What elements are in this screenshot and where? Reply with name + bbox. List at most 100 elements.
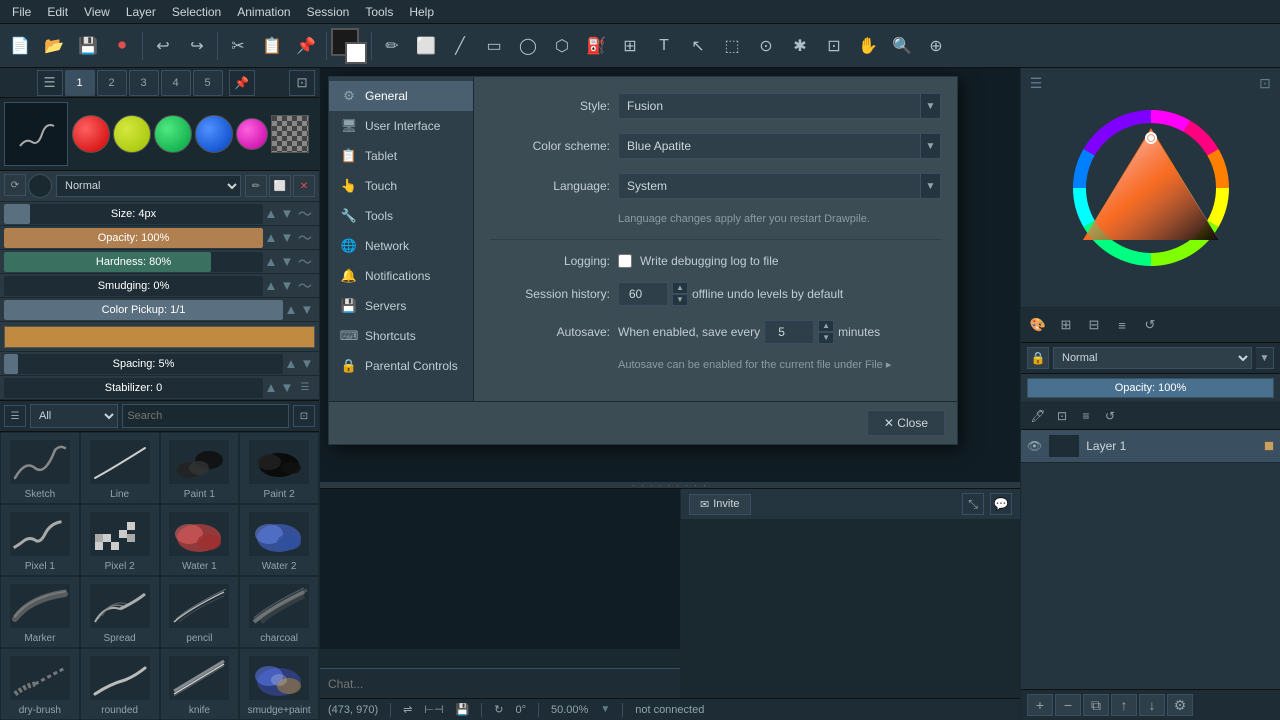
pickup-spin-down[interactable]: ▼ <box>299 300 315 320</box>
delete-layer-button[interactable]: − <box>1055 694 1081 716</box>
rect-tool-button[interactable]: ▭ <box>478 30 510 62</box>
layer-mode-select[interactable]: Normal <box>1053 347 1252 369</box>
inspector-button[interactable]: ⊕ <box>920 30 952 62</box>
menu-layer[interactable]: Layer <box>118 3 164 21</box>
tab-pin-button[interactable]: 📌 <box>229 70 255 96</box>
color-pickup-slider[interactable]: Color Pickup: 1/1 <box>4 300 283 320</box>
session-history-up[interactable]: ▲ <box>672 282 688 294</box>
language-select[interactable]: System <box>618 173 921 199</box>
swatch-yellow-green[interactable] <box>113 115 151 153</box>
brush-paint2[interactable]: Paint 2 <box>239 432 319 504</box>
autosave-up[interactable]: ▲ <box>818 320 834 332</box>
nav-user-interface[interactable]: 🖥 User Interface <box>329 111 473 141</box>
size-spin-up[interactable]: ▲ <box>263 204 279 224</box>
panel-menu-button[interactable]: ☰ <box>37 70 63 96</box>
autosave-input[interactable] <box>764 320 814 344</box>
cut-button[interactable]: ✂ <box>222 30 254 62</box>
layer-edit-btn-1[interactable]: 🖊 <box>1027 405 1049 427</box>
nav-network[interactable]: 🌐 Network <box>329 231 473 261</box>
fill-tool-button[interactable]: ⛽ <box>580 30 612 62</box>
menu-session[interactable]: Session <box>299 3 358 21</box>
history-btn[interactable]: ↺ <box>1137 312 1163 338</box>
brush-sketch[interactable]: Sketch <box>0 432 80 504</box>
brush-tool-button[interactable]: ✏ <box>376 30 408 62</box>
stabilizer-spin-down[interactable]: ▼ <box>279 378 295 398</box>
brush-pixel2[interactable]: Pixel 2 <box>80 504 160 576</box>
nav-touch[interactable]: 👆 Touch <box>329 171 473 201</box>
layer-down-button[interactable]: ↓ <box>1139 694 1165 716</box>
brush-edit-btn[interactable]: ✏ <box>245 175 267 197</box>
hardness-spin-down[interactable]: ▼ <box>279 252 295 272</box>
layer-settings-button[interactable]: ⚙ <box>1167 694 1193 716</box>
tab-2[interactable]: 2 <box>97 70 127 96</box>
lib-menu-btn[interactable]: ☰ <box>4 405 26 427</box>
tab-4[interactable]: 4 <box>161 70 191 96</box>
menu-selection[interactable]: Selection <box>164 3 229 21</box>
style-select[interactable]: Fusion <box>618 93 921 119</box>
smudging-slider[interactable]: Smudging: 0% <box>4 276 263 296</box>
nav-notifications[interactable]: 🔔 Notifications <box>329 261 473 291</box>
invite-button[interactable]: ✉ Invite <box>689 494 751 515</box>
session-close-btn[interactable]: 💬 <box>990 493 1012 515</box>
menu-animation[interactable]: Animation <box>229 3 298 21</box>
nav-shortcuts[interactable]: ⌨ Shortcuts <box>329 321 473 351</box>
spacing-spin-up[interactable]: ▲ <box>283 354 299 374</box>
foreground-color-swatch[interactable] <box>331 28 367 64</box>
undo-button[interactable]: ↩ <box>147 30 179 62</box>
color-scheme-select[interactable]: Blue Apatite <box>618 133 921 159</box>
lib-collapse-btn[interactable]: ⊡ <box>293 405 315 427</box>
left-panel-collapse-button[interactable]: ⊡ <box>289 70 315 96</box>
stabilizer-menu-btn[interactable]: ☰ <box>295 378 315 398</box>
spacing-spin-down[interactable]: ▼ <box>299 354 315 374</box>
brush-knife[interactable]: knife <box>160 648 240 720</box>
right-panel-menu-button[interactable]: ☰ <box>1025 72 1047 94</box>
pan-tool-button[interactable]: ✋ <box>852 30 884 62</box>
spacing-slider[interactable]: Spacing: 5% <box>4 354 283 374</box>
menu-edit[interactable]: Edit <box>39 3 76 21</box>
redo-button[interactable]: ↪ <box>181 30 213 62</box>
brush-spread[interactable]: Spread <box>80 576 160 648</box>
layer-item-1[interactable]: 👁 Layer 1 <box>1021 430 1280 463</box>
size-spin-down[interactable]: ▼ <box>279 204 295 224</box>
brush-pencil[interactable]: pencil <box>160 576 240 648</box>
align-btn[interactable]: ≡ <box>1109 312 1135 338</box>
rect-select-button[interactable]: ⬚ <box>716 30 748 62</box>
brush-search-input[interactable] <box>122 404 289 428</box>
zoom-tool-button[interactable]: 🔍 <box>886 30 918 62</box>
smudging-wave-btn[interactable]: 〜 <box>295 276 315 296</box>
layer-edit-btn-3[interactable]: ≡ <box>1075 405 1097 427</box>
tab-5[interactable]: 5 <box>193 70 223 96</box>
brush-smudge-paint[interactable]: smudge+paint <box>239 648 319 720</box>
blend-mode-select[interactable]: Normal <box>56 175 241 197</box>
ellipse-tool-button[interactable]: ◯ <box>512 30 544 62</box>
save-file-button[interactable]: 💾 <box>72 30 104 62</box>
lasso-button[interactable]: ⊙ <box>750 30 782 62</box>
brush-alpha-btn[interactable]: ✕ <box>293 175 315 197</box>
brush-marker[interactable]: Marker <box>0 576 80 648</box>
close-button[interactable]: ✕ Close <box>867 410 945 436</box>
brush-erase-btn[interactable]: ⬜ <box>269 175 291 197</box>
chat-input[interactable] <box>320 669 680 698</box>
nav-tablet[interactable]: 📋 Tablet <box>329 141 473 171</box>
grid-view-btn[interactable]: ⊟ <box>1081 312 1107 338</box>
menu-tools[interactable]: Tools <box>357 3 401 21</box>
brush-water1[interactable]: Water 1 <box>160 504 240 576</box>
menu-file[interactable]: File <box>4 3 39 21</box>
nav-parental-controls[interactable]: 🔒 Parental Controls <box>329 351 473 381</box>
color-wheel-container[interactable] <box>1071 108 1231 268</box>
smudging-spin-down[interactable]: ▼ <box>279 276 295 296</box>
brush-rounded[interactable]: rounded <box>80 648 160 720</box>
right-panel-collapse-button[interactable]: ⊡ <box>1254 72 1276 94</box>
size-wave-btn[interactable]: 〜 <box>295 204 315 224</box>
add-layer-button[interactable]: + <box>1027 694 1053 716</box>
size-slider[interactable]: Size: 4px <box>4 204 263 224</box>
active-color-swatch[interactable] <box>4 326 315 348</box>
layer-edit-btn-2[interactable]: ⊡ <box>1051 405 1073 427</box>
opacity-spin-up[interactable]: ▲ <box>263 228 279 248</box>
layer-mode-btn-1[interactable]: ⟳ <box>4 174 26 196</box>
menu-view[interactable]: View <box>76 3 118 21</box>
select-tool-button[interactable]: ↖ <box>682 30 714 62</box>
brush-category-select[interactable]: All <box>30 404 118 428</box>
brush-preview-btn[interactable] <box>28 174 52 198</box>
open-file-button[interactable]: 📂 <box>38 30 70 62</box>
